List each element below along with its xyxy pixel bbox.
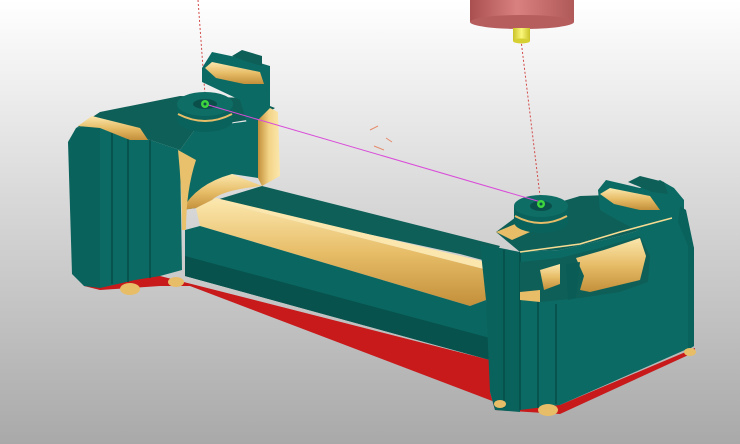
left-vertical-fillet bbox=[258, 108, 280, 186]
foot-fillet bbox=[684, 348, 696, 356]
pick-point-marker[interactable] bbox=[201, 100, 209, 108]
tool-tip-end bbox=[513, 38, 530, 44]
foot-fillet bbox=[494, 400, 506, 408]
left-block-side bbox=[68, 122, 100, 288]
foot-fillet bbox=[168, 277, 184, 287]
tool-holder-bottom bbox=[470, 15, 574, 29]
pocket-edge-fillet bbox=[520, 290, 540, 302]
foot-fillet bbox=[120, 283, 140, 295]
model-scene[interactable] bbox=[0, 0, 740, 444]
foot-fillet bbox=[538, 404, 558, 416]
cad-3d-viewport[interactable] bbox=[0, 0, 740, 444]
pick-point-marker[interactable] bbox=[537, 200, 545, 208]
